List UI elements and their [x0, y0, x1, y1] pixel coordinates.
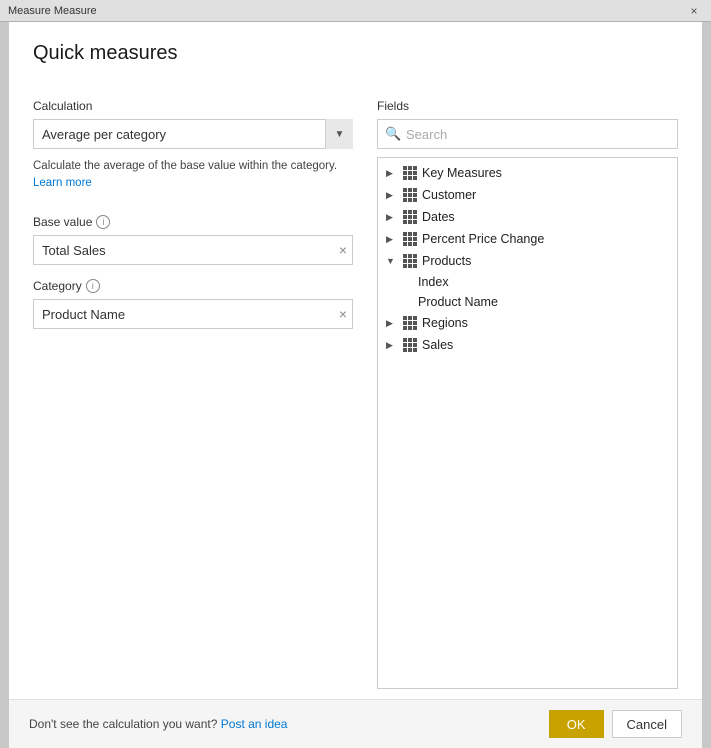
- tree-label-percent-price-change: Percent Price Change: [422, 232, 544, 246]
- dialog-title: Quick measures: [33, 42, 678, 65]
- tree-child-index[interactable]: Index: [378, 272, 677, 292]
- title-bar-text: Measure Measure: [8, 5, 97, 17]
- tree-label-dates: Dates: [422, 210, 455, 224]
- chevron-customer: ▶: [386, 190, 398, 201]
- table-icon-key-measures: [402, 165, 418, 181]
- table-icon-customer: [402, 187, 418, 203]
- close-button[interactable]: ×: [685, 2, 703, 20]
- dialog: Quick measures Calculation Average per c…: [9, 22, 702, 748]
- tree-item-customer[interactable]: ▶ Customer: [378, 184, 677, 206]
- table-icon-percent-price-change: [402, 231, 418, 247]
- base-value-info-icon[interactable]: i: [96, 215, 110, 229]
- search-wrapper: 🔍: [377, 119, 678, 149]
- footer-right: OK Cancel: [549, 710, 682, 738]
- category-input[interactable]: [33, 299, 353, 329]
- chevron-regions: ▶: [386, 318, 398, 329]
- table-icon-dates: [402, 209, 418, 225]
- category-info-icon[interactable]: i: [86, 279, 100, 293]
- category-section: Category i ×: [33, 279, 353, 329]
- chevron-dates: ▶: [386, 212, 398, 223]
- search-input[interactable]: [377, 119, 678, 149]
- fields-label: Fields: [377, 99, 678, 113]
- dialog-header: Quick measures: [9, 22, 702, 89]
- dialog-footer: Don't see the calculation you want? Post…: [9, 699, 702, 748]
- right-panel: Fields 🔍 ▶ Key Measures: [377, 99, 678, 689]
- base-value-input[interactable]: [33, 235, 353, 265]
- dialog-wrapper: Measure Measure × Quick measures Calcula…: [0, 0, 711, 748]
- footer-left: Don't see the calculation you want? Post…: [29, 717, 287, 731]
- category-clear-icon[interactable]: ×: [339, 307, 347, 321]
- post-idea-link[interactable]: Post an idea: [221, 717, 288, 731]
- description-row: Calculate the average of the base value …: [33, 157, 353, 189]
- tree-item-products[interactable]: ▼ Products: [378, 250, 677, 272]
- calculation-dropdown[interactable]: Average per category Average per categor…: [33, 119, 353, 149]
- base-value-input-wrapper: ×: [33, 235, 353, 265]
- chevron-products: ▼: [386, 256, 398, 266]
- tree-child-label-product-name: Product Name: [418, 295, 498, 309]
- left-panel: Calculation Average per category Average…: [33, 99, 353, 689]
- tree-item-regions[interactable]: ▶ Regions: [378, 312, 677, 334]
- tree-label-sales: Sales: [422, 338, 453, 352]
- tree-child-product-name[interactable]: Product Name: [378, 292, 677, 312]
- category-input-wrapper: ×: [33, 299, 353, 329]
- fields-tree: ▶ Key Measures ▶ Customer: [377, 157, 678, 689]
- tree-item-sales[interactable]: ▶ Sales: [378, 334, 677, 356]
- calculation-label: Calculation: [33, 99, 353, 113]
- tree-label-key-measures: Key Measures: [422, 166, 502, 180]
- learn-more-link[interactable]: Learn more: [33, 177, 92, 189]
- dialog-body: Calculation Average per category Average…: [9, 89, 702, 699]
- ok-button[interactable]: OK: [549, 710, 604, 738]
- tree-item-key-measures[interactable]: ▶ Key Measures: [378, 162, 677, 184]
- footer-left-text: Don't see the calculation you want?: [29, 717, 217, 731]
- tree-label-customer: Customer: [422, 188, 476, 202]
- category-label: Category i: [33, 279, 353, 293]
- table-icon-sales: [402, 337, 418, 353]
- chevron-percent-price-change: ▶: [386, 234, 398, 245]
- table-icon-regions: [402, 315, 418, 331]
- base-value-section: Base value i ×: [33, 215, 353, 265]
- search-icon: 🔍: [385, 126, 401, 142]
- tree-label-products: Products: [422, 254, 471, 268]
- cancel-button[interactable]: Cancel: [612, 710, 682, 738]
- base-value-clear-icon[interactable]: ×: [339, 243, 347, 257]
- calculation-dropdown-wrapper: Average per category Average per categor…: [33, 119, 353, 149]
- chevron-sales: ▶: [386, 340, 398, 351]
- base-value-label: Base value i: [33, 215, 353, 229]
- tree-child-label-index: Index: [418, 275, 449, 289]
- table-icon-products: [402, 253, 418, 269]
- tree-label-regions: Regions: [422, 316, 468, 330]
- title-bar: Measure Measure ×: [0, 0, 711, 22]
- chevron-key-measures: ▶: [386, 168, 398, 179]
- tree-item-dates[interactable]: ▶ Dates: [378, 206, 677, 228]
- tree-item-percent-price-change[interactable]: ▶ Percent Price Change: [378, 228, 677, 250]
- description-text: Calculate the average of the base value …: [33, 160, 337, 172]
